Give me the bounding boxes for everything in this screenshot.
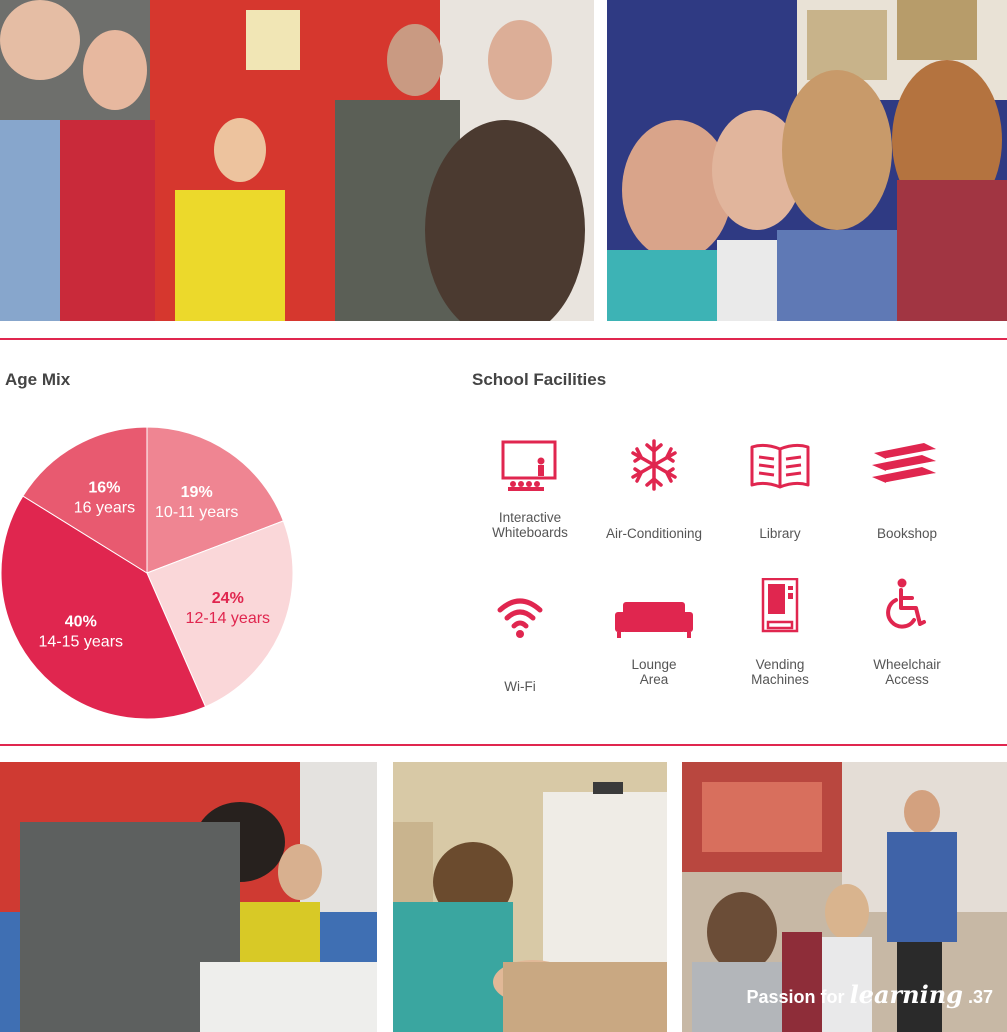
divider-bottom xyxy=(0,744,1007,746)
photo-student-classroom xyxy=(393,762,667,1032)
photo-student-writing xyxy=(0,762,377,1032)
pie-percent-label: 16% xyxy=(88,479,120,496)
photo-students-standing xyxy=(0,0,594,321)
facility-label-line1: Lounge xyxy=(631,657,677,672)
sofa-icon xyxy=(615,602,693,638)
facility-label-line1: Vending xyxy=(755,657,805,672)
page-number: .37 xyxy=(967,987,993,1007)
pie-category-label: 16 years xyxy=(74,499,135,516)
books-stack-icon xyxy=(872,443,936,484)
pie-category-label: 14-15 years xyxy=(39,633,124,650)
facility-label-line2: Whiteboards xyxy=(492,525,568,540)
facility-wheelchair-access: Wheelchair Access xyxy=(842,578,972,698)
pie-category-label: 12-14 years xyxy=(186,610,271,627)
pie-percent-label: 24% xyxy=(212,590,244,607)
facility-bookshop: Bookshop xyxy=(842,435,972,545)
facility-label-line1: Library xyxy=(759,526,801,541)
facility-lounge-area: Lounge Area xyxy=(589,588,719,698)
facility-label-line1: Wi-Fi xyxy=(504,679,536,694)
age-mix-heading: Age Mix xyxy=(5,370,71,389)
wifi-icon xyxy=(497,598,543,638)
age-mix-pie-chart: 19% 10-11 years 24% 12-14 years 40% 14-15 yea… xyxy=(0,426,294,720)
facility-label-line1: Interactive xyxy=(498,510,562,525)
wheelchair-icon xyxy=(886,578,926,629)
facility-label-line1: Wheelchair xyxy=(873,657,941,672)
footer-script-word: learning xyxy=(849,980,963,1009)
page-footer: Passion for learning .37 xyxy=(747,980,993,1009)
facility-wifi: Wi-Fi xyxy=(455,588,585,698)
snowflake-icon xyxy=(631,439,677,491)
vending-machine-icon xyxy=(761,578,799,633)
footer-prefix: Passion for xyxy=(746,987,845,1007)
divider-top xyxy=(0,338,1007,340)
facility-label-line2: Area xyxy=(639,672,669,687)
facility-label-line1: Air-Conditioning xyxy=(605,526,703,541)
facility-library: Library xyxy=(715,435,845,545)
facility-vending-machines: Vending Machines xyxy=(715,578,845,698)
facility-label-line2: Machines xyxy=(751,672,809,687)
facility-label-line1: Bookshop xyxy=(876,526,938,541)
pie-percent-label: 40% xyxy=(65,613,97,630)
book-icon xyxy=(750,443,810,489)
facility-label-line2: Access xyxy=(885,672,929,687)
school-facilities-heading: School Facilities xyxy=(472,370,607,389)
pie-percent-label: 19% xyxy=(181,484,213,501)
facility-air-conditioning: Air-Conditioning xyxy=(589,435,719,545)
whiteboard-icon xyxy=(501,440,557,491)
facility-interactive-whiteboards: Interactive Whiteboards xyxy=(465,435,595,545)
pie-category-label: 10-11 years xyxy=(155,504,238,521)
photo-students-seated xyxy=(607,0,1007,321)
